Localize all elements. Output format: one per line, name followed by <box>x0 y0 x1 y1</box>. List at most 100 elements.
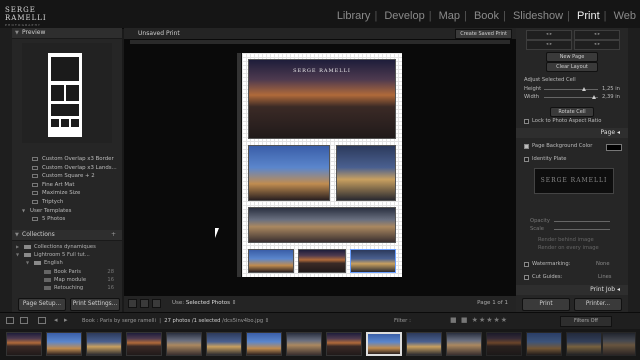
filmstrip-thumbnail[interactable] <box>166 332 202 356</box>
next-page-button[interactable] <box>152 299 161 308</box>
template-item[interactable]: 5 Photos <box>12 215 122 224</box>
module-slideshow[interactable]: Slideshow <box>513 10 563 22</box>
collection-set[interactable]: ▼ Lightroom 5 Full tut... <box>12 251 122 259</box>
height-slider[interactable] <box>544 89 598 90</box>
filmstrip-thumbnail[interactable] <box>46 332 82 356</box>
folder-icon <box>24 253 31 258</box>
photo-cell-seine-panorama[interactable] <box>248 207 396 243</box>
filmstrip-thumbnail[interactable] <box>406 332 442 356</box>
width-slider[interactable] <box>544 97 598 98</box>
expand-triangle-icon: ▼ <box>22 207 26 213</box>
opacity-slider[interactable] <box>554 221 610 222</box>
photo-cell-small-1[interactable] <box>248 249 294 273</box>
filmstrip-thumbnail[interactable] <box>326 332 362 356</box>
width-value[interactable]: 2,39 in <box>602 94 620 100</box>
first-page-button[interactable] <box>128 299 137 308</box>
new-page-button[interactable]: New Page <box>546 52 598 62</box>
page-bg-color-swatch[interactable] <box>606 144 622 151</box>
preview-header[interactable]: ▼ Preview <box>12 28 122 39</box>
render-behind-option[interactable]: Render behind image <box>538 237 594 243</box>
page-bg-color-checkbox[interactable] <box>524 144 529 149</box>
filmstrip-thumbnail[interactable] <box>6 332 42 356</box>
forward-arrow-icon[interactable]: ▸ <box>64 316 68 324</box>
clear-layout-button[interactable]: Clear Layout <box>546 62 598 72</box>
filmstrip-thumbnail[interactable] <box>206 332 242 356</box>
collection-set[interactable]: ▶ Collections dynamiques <box>12 243 122 251</box>
page-setup-button[interactable]: Page Setup... <box>18 298 66 311</box>
prev-page-button[interactable] <box>140 299 149 308</box>
photo-cell-paris-night[interactable]: SERGE RAMELLI <box>248 59 396 139</box>
cell-stepper[interactable]: ◂ ▸ <box>574 30 620 40</box>
create-saved-print-button[interactable]: Create Saved Print <box>455 29 512 39</box>
secondary-display-icon[interactable] <box>20 317 28 324</box>
module-library[interactable]: Library <box>337 10 371 22</box>
grid-view-icon[interactable] <box>38 317 46 324</box>
collection-item[interactable]: Map module 16 <box>12 276 122 284</box>
lock-aspect-checkbox[interactable] <box>524 119 529 124</box>
rating-filter-stars[interactable]: ■ ■ ★★★★★ <box>450 316 508 324</box>
collection-item[interactable]: Retouching 16 <box>12 284 122 292</box>
height-value[interactable]: 1,25 in <box>602 86 620 92</box>
collections-header[interactable]: ▼ Collections + <box>12 229 122 241</box>
module-map[interactable]: Map <box>439 10 460 22</box>
filmstrip-source-info[interactable]: Book : Paris by serge ramelli | 27 photo… <box>82 318 269 324</box>
filmstrip-thumbnail[interactable] <box>286 332 322 356</box>
left-panel-edge[interactable] <box>0 28 12 312</box>
filmstrip-thumbnail[interactable] <box>446 332 482 356</box>
module-develop[interactable]: Develop <box>384 10 424 22</box>
template-item[interactable]: Custom Square + 2 <box>12 172 122 181</box>
module-print[interactable]: Print <box>577 10 600 22</box>
cell-stepper[interactable]: ◂ ▸ <box>526 40 572 50</box>
cell-stepper[interactable]: ◂ ▸ <box>526 30 572 40</box>
render-every-option[interactable]: Render on every image <box>538 245 599 251</box>
filmstrip-thumbnail[interactable] <box>126 332 162 356</box>
collection-item[interactable]: Book Paris 28 <box>12 268 122 276</box>
canvas-footer: Use: Selected Photos ⇕ Page 1 of 1 <box>124 296 516 312</box>
identity-plate-preview[interactable]: SERGE RAMELLI <box>534 168 614 194</box>
cut-guides-checkbox[interactable] <box>524 275 529 280</box>
photo-cell-seine-bridge[interactable] <box>336 145 396 201</box>
module-book[interactable]: Book <box>474 10 499 22</box>
print-button[interactable]: Print <box>522 298 570 311</box>
filmstrip-thumbnail-selected[interactable] <box>366 332 402 356</box>
scale-slider[interactable] <box>554 229 610 230</box>
primary-display-icon[interactable] <box>6 317 14 324</box>
template-item[interactable]: Custom Overlap x3 Lands... <box>12 164 122 173</box>
height-slider-knob[interactable] <box>582 87 586 91</box>
filmstrip-thumbnail[interactable] <box>602 332 636 356</box>
filmstrip-thumbnail[interactable] <box>486 332 522 356</box>
rotate-cell-button[interactable]: Rotate Cell <box>550 107 594 117</box>
canvas-toolbar: Unsaved Print Create Saved Print <box>124 28 516 39</box>
watermarking-value[interactable]: None <box>596 261 610 267</box>
photo-cell-arc-de-triomphe[interactable] <box>248 145 330 201</box>
template-item[interactable]: Custom Overlap x3 Border <box>12 155 122 164</box>
width-slider-knob[interactable] <box>592 95 596 99</box>
print-settings-button[interactable]: Print Settings... <box>70 298 120 311</box>
collection-set[interactable]: ▼ English <box>12 259 122 267</box>
filmstrip-thumbnail[interactable] <box>526 332 562 356</box>
photo-cell-small-2[interactable] <box>298 249 346 273</box>
template-item[interactable]: Fine Art Mat <box>12 181 122 190</box>
filmstrip-thumbnail[interactable] <box>246 332 282 356</box>
print-job-section-header[interactable]: Print Job ◂ <box>516 285 628 295</box>
printer-button[interactable]: Printer... <box>574 298 622 311</box>
template-folder-user[interactable]: ▼ User Templates <box>12 207 122 216</box>
photo-cell-small-3-selected[interactable] <box>350 249 396 273</box>
filmstrip-thumbnail[interactable] <box>86 332 122 356</box>
add-collection-icon[interactable]: + <box>111 230 116 240</box>
identity-plate-checkbox[interactable] <box>524 157 529 162</box>
back-arrow-icon[interactable]: ◂ <box>54 316 58 324</box>
cut-guides-value[interactable]: Lines <box>598 274 612 280</box>
module-web[interactable]: Web <box>614 10 636 22</box>
cell-stepper[interactable]: ◂ ▸ <box>574 40 620 50</box>
filmstrip-thumbnail[interactable] <box>566 332 602 356</box>
filters-off-dropdown[interactable]: Filters Off <box>560 316 612 327</box>
watermarking-checkbox[interactable] <box>524 262 529 267</box>
right-panel-edge[interactable] <box>628 28 640 312</box>
template-item[interactable]: Triptych <box>12 198 122 207</box>
template-item[interactable]: Maximize Size <box>12 189 122 198</box>
use-selector[interactable]: Use: Selected Photos ⇕ <box>172 300 236 306</box>
logo-name: SERGE RAMELLI <box>5 6 47 22</box>
page-bg-color-label: Page Background Color <box>532 143 593 149</box>
page-section-header[interactable]: Page ◂ <box>516 128 628 138</box>
